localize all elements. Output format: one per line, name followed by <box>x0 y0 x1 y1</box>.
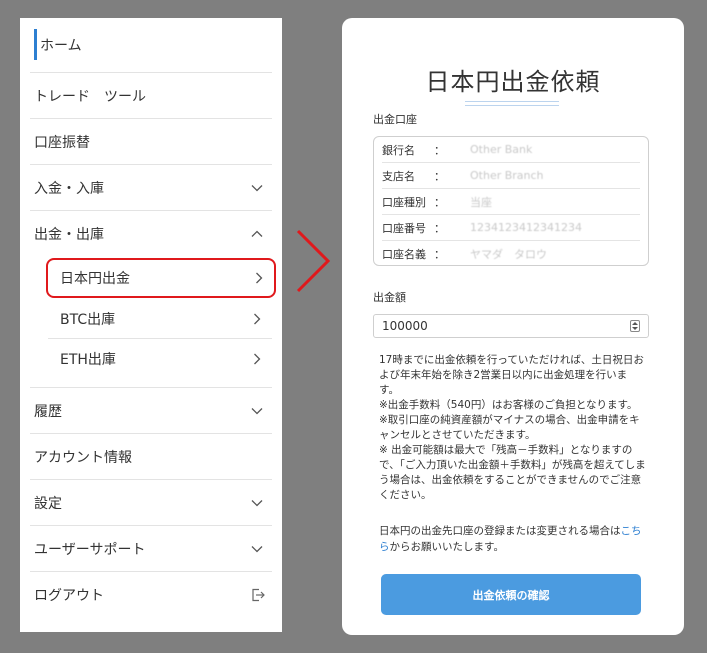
page-title: 日本円出金依頼 <box>425 68 601 96</box>
menu-item-withdraw[interactable]: 出金・出庫 <box>30 211 272 257</box>
number-stepper[interactable] <box>630 320 640 332</box>
menu-item-account-transfer[interactable]: 口座振替 <box>30 119 272 165</box>
row-colon: ： <box>434 169 445 183</box>
menu-item-home[interactable]: ホーム <box>30 18 272 73</box>
stepper-up-icon[interactable] <box>632 322 638 325</box>
chevron-down-icon <box>251 545 263 552</box>
row-key: 口座種別 <box>382 195 426 209</box>
menu-item-user-support[interactable]: ユーザーサポート <box>30 526 272 572</box>
menu-item-label: 口座振替 <box>34 134 90 151</box>
menu-item-label: ログアウト <box>34 588 104 604</box>
submenu-item-label: 日本円出金 <box>60 271 130 287</box>
menu-item-label: 履歴 <box>34 403 62 420</box>
side-menu: ホーム トレード ツール 口座振替 入金・入庫 出金・出庫 日本円出金 BTC出… <box>20 18 282 632</box>
menu-item-label: 入金・入庫 <box>34 180 104 197</box>
chevron-down-icon <box>251 184 263 191</box>
account-details-box: 銀行名 ： Other Bank 支店名 ： Other Branch 口座種別… <box>373 136 649 266</box>
submenu-item-eth-withdraw[interactable]: ETH出庫 <box>48 339 272 379</box>
amount-input[interactable]: 100000 <box>373 314 649 338</box>
row-value: 当座 <box>470 195 492 209</box>
chevron-right-icon <box>254 353 261 365</box>
menu-item-label: アカウント情報 <box>34 449 132 466</box>
submenu-item-jpy-withdraw[interactable]: 日本円出金 <box>46 258 276 298</box>
submenu-item-btc-withdraw[interactable]: BTC出庫 <box>48 299 272 339</box>
confirm-withdraw-button[interactable]: 出金依頼の確認 <box>381 574 641 615</box>
chevron-right-icon <box>254 313 261 324</box>
menu-item-settings[interactable]: 設定 <box>30 480 272 526</box>
row-key: 支店名 <box>382 169 415 183</box>
register-account-note: 日本円の出金先口座の登録または変更される場合はこちらからお願いいたします。 <box>379 523 647 555</box>
withdraw-notes: 17時までに出金依頼を行っていただければ、土日祝日および年末年始を除き2営業日以… <box>379 354 646 501</box>
amount-label: 出金額 <box>373 291 406 304</box>
row-colon: ： <box>434 221 445 235</box>
menu-item-label: 設定 <box>34 495 62 512</box>
register-note-text-end: からお願いいたします。 <box>389 541 504 553</box>
row-value: 1234123412341234 <box>470 221 582 234</box>
row-colon: ： <box>434 195 445 209</box>
withdraw-request-card: 日本円出金依頼 出金口座 銀行名 ： Other Bank 支店名 ： Othe… <box>342 18 684 635</box>
chevron-down-icon <box>251 407 263 414</box>
menu-item-label: トレード ツール <box>34 88 146 105</box>
account-row-type: 口座種別 ： 当座 <box>382 189 640 215</box>
row-colon: ： <box>434 247 445 261</box>
row-key: 銀行名 <box>382 143 415 157</box>
account-row-number: 口座番号 ： 1234123412341234 <box>382 215 640 241</box>
active-indicator <box>34 29 37 60</box>
row-colon: ： <box>434 143 445 157</box>
account-row-branch: 支店名 ： Other Branch <box>382 163 640 189</box>
menu-item-account-info[interactable]: アカウント情報 <box>30 434 272 480</box>
menu-item-trade-tool[interactable]: トレード ツール <box>30 73 272 119</box>
menu-item-label: 出金・出庫 <box>34 227 104 243</box>
account-section-label: 出金口座 <box>373 113 417 126</box>
withdraw-submenu: 日本円出金 BTC出庫 ETH出庫 <box>30 258 276 388</box>
row-value: Other Bank <box>470 143 533 156</box>
menu-item-label: ユーザーサポート <box>34 541 146 558</box>
register-note-text: 日本円の出金先口座の登録または変更される場合は <box>379 525 621 537</box>
account-row-bank: 銀行名 ： Other Bank <box>382 137 640 163</box>
submenu-item-label: ETH出庫 <box>60 352 116 368</box>
title-underline <box>465 101 559 106</box>
chevron-right-icon <box>296 229 331 293</box>
chevron-down-icon <box>251 499 263 506</box>
menu-item-deposit[interactable]: 入金・入庫 <box>30 165 272 211</box>
row-key: 口座名義 <box>382 247 426 261</box>
stepper-down-icon[interactable] <box>632 327 638 330</box>
menu-item-history[interactable]: 履歴 <box>30 388 272 434</box>
chevron-right-icon <box>256 272 263 284</box>
account-row-holder: 口座名義 ： ヤマダ タロウ <box>382 241 640 266</box>
submenu-item-label: BTC出庫 <box>60 311 116 328</box>
row-value: Other Branch <box>470 169 544 182</box>
amount-value: 100000 <box>382 319 428 333</box>
menu-item-logout[interactable]: ログアウト <box>30 572 272 618</box>
row-key: 口座番号 <box>382 221 426 235</box>
chevron-up-icon <box>251 230 263 237</box>
row-value: ヤマダ タロウ <box>470 247 547 261</box>
menu-item-label: ホーム <box>40 38 82 54</box>
logout-icon <box>252 588 265 602</box>
